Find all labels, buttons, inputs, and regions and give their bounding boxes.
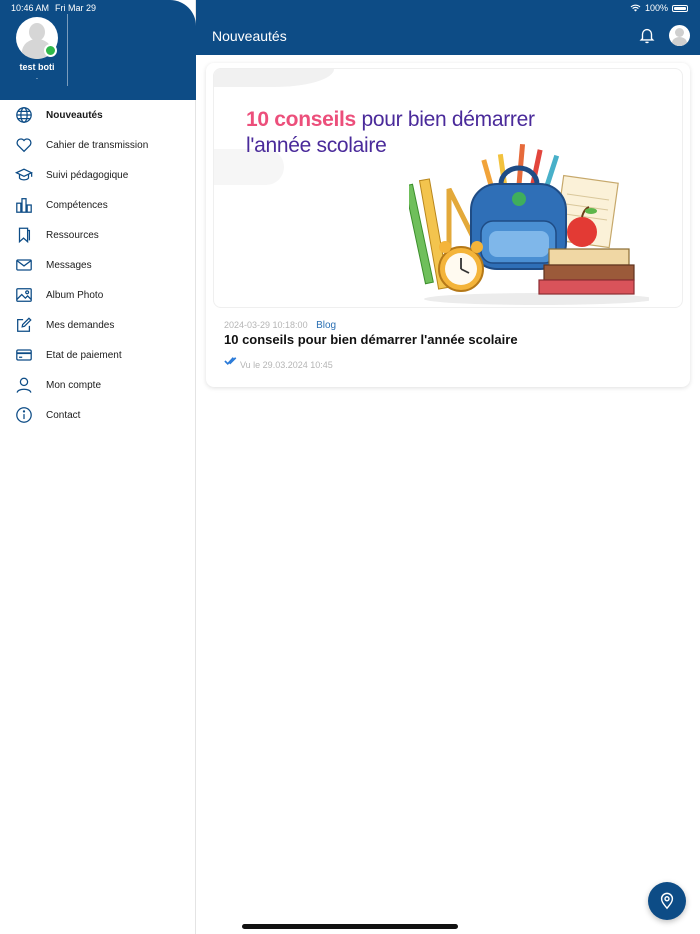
avatar-head — [675, 28, 684, 37]
sidebar-item-ressources[interactable]: Ressources — [0, 220, 196, 250]
sidebar-item-label: Compétences — [46, 199, 108, 211]
bookmark-icon — [14, 225, 34, 245]
decorative-shape — [214, 69, 334, 87]
user-name: test boti — [19, 62, 55, 72]
image-icon — [14, 285, 34, 305]
sidebar-menu: Nouveautés Cahier de transmission Suivi … — [0, 100, 196, 430]
post-date: 2024-03-29 10:18:00 — [224, 320, 308, 330]
image-headline-line2: l'année scolaire — [246, 134, 387, 157]
seen-timestamp: Vu le 29.03.2024 10:45 — [240, 360, 333, 370]
sidebar-item-etat-de-paiement[interactable]: Etat de paiement — [0, 340, 196, 370]
news-card-image: 10 conseils pour bien démarrer l'année s… — [213, 68, 683, 308]
image-headline-highlight: 10 conseils — [246, 108, 356, 131]
header-divider — [67, 14, 68, 86]
page-title: Nouveautés — [212, 28, 287, 44]
user-icon — [14, 375, 34, 395]
info-icon — [14, 405, 34, 425]
news-card-meta: 2024-03-29 10:18:00 Blog — [224, 320, 336, 331]
sidebar-item-label: Cahier de transmission — [46, 139, 149, 151]
sidebar-item-mes-demandes[interactable]: Mes demandes — [0, 310, 196, 340]
status-time: 10:46 AM — [11, 3, 50, 13]
post-title[interactable]: 10 conseils pour bien démarrer l'année s… — [224, 332, 518, 347]
sidebar-item-suivi-pedagogique[interactable]: Suivi pédagogique — [0, 160, 196, 190]
sidebar-item-messages[interactable]: Messages — [0, 250, 196, 280]
sidebar-item-label: Suivi pédagogique — [46, 169, 129, 181]
avatar-body — [672, 37, 687, 46]
post-category-link[interactable]: Blog — [316, 320, 336, 331]
map-pin-icon — [660, 892, 674, 910]
sidebar-item-label: Album Photo — [46, 289, 104, 301]
location-fab-button[interactable] — [648, 882, 686, 920]
bar-chart-icon — [14, 195, 34, 215]
status-bar: 10:46 AM Fri Mar 29 100% — [0, 0, 700, 16]
battery-icon — [672, 4, 688, 12]
envelope-icon — [14, 255, 34, 275]
battery-percent: 100% — [644, 3, 668, 13]
news-card[interactable]: 10 conseils pour bien démarrer l'année s… — [206, 63, 690, 387]
edit-icon — [14, 315, 34, 335]
graduation-cap-icon — [14, 165, 34, 185]
wifi-icon — [630, 4, 641, 12]
home-indicator[interactable] — [242, 924, 458, 929]
sidebar-item-label: Ressources — [46, 229, 99, 241]
globe-icon — [14, 105, 34, 125]
sidebar: test boti . Nouveautés Cahier de transmi… — [0, 0, 196, 934]
double-check-icon — [224, 357, 237, 366]
profile-avatar-button[interactable] — [669, 25, 690, 46]
sidebar-item-label: Mon compte — [46, 379, 102, 391]
sidebar-item-label: Nouveautés — [46, 109, 103, 121]
sidebar-item-competences[interactable]: Compétences — [0, 190, 196, 220]
sidebar-item-label: Contact — [46, 409, 81, 421]
sidebar-item-label: Messages — [46, 259, 92, 271]
user-subtitle: . — [35, 72, 39, 81]
sidebar-item-album-photo[interactable]: Album Photo — [0, 280, 196, 310]
credit-card-icon — [14, 345, 34, 365]
sidebar-item-mon-compte[interactable]: Mon compte — [0, 370, 196, 400]
school-supplies-illustration — [409, 143, 649, 305]
status-right: 100% — [630, 3, 688, 13]
online-status-icon — [44, 44, 57, 57]
sidebar-item-cahier-de-transmission[interactable]: Cahier de transmission — [0, 130, 196, 160]
sidebar-item-nouveautes[interactable]: Nouveautés — [0, 100, 196, 130]
bell-icon[interactable] — [638, 26, 656, 44]
sidebar-item-contact[interactable]: Contact — [0, 400, 196, 430]
status-date: Fri Mar 29 — [55, 3, 97, 13]
heart-icon — [14, 135, 34, 155]
sidebar-item-label: Mes demandes — [46, 319, 115, 331]
image-headline-rest: pour bien démarrer — [355, 108, 535, 131]
sidebar-item-label: Etat de paiement — [46, 349, 122, 361]
